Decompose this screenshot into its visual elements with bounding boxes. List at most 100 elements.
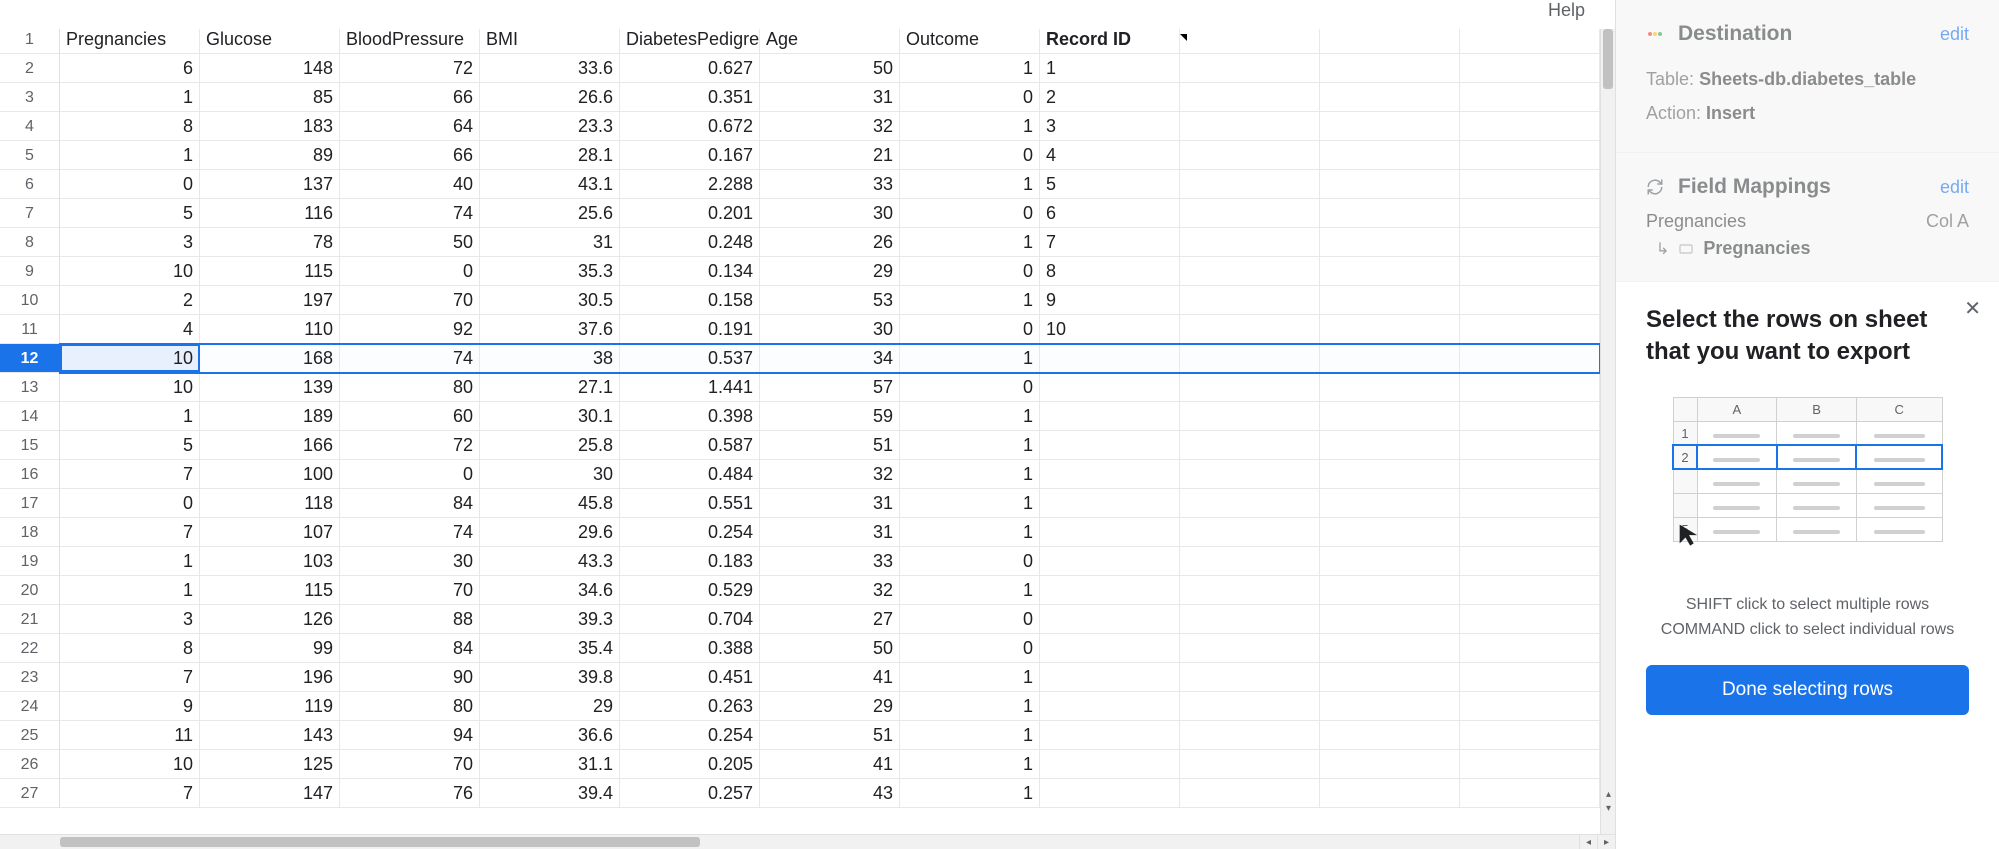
- cell[interactable]: 139: [200, 373, 340, 401]
- cell[interactable]: Outcome: [900, 25, 1040, 53]
- row-header[interactable]: 1: [0, 25, 60, 54]
- cell[interactable]: 0: [60, 489, 200, 517]
- cell[interactable]: 148: [200, 54, 340, 82]
- cell[interactable]: [1180, 315, 1320, 343]
- vertical-scroll-thumb[interactable]: [1603, 29, 1613, 89]
- cell[interactable]: 10: [1040, 315, 1180, 343]
- cell[interactable]: 70: [340, 286, 480, 314]
- cell[interactable]: 89: [200, 141, 340, 169]
- cell[interactable]: 25.8: [480, 431, 620, 459]
- cell[interactable]: [1460, 779, 1600, 807]
- cell[interactable]: 51: [760, 721, 900, 749]
- cell[interactable]: [1180, 83, 1320, 111]
- cell[interactable]: 2.288: [620, 170, 760, 198]
- cell[interactable]: 0: [900, 634, 1040, 662]
- cell[interactable]: 0: [900, 547, 1040, 575]
- cell[interactable]: 31: [760, 83, 900, 111]
- field-mappings-edit-link[interactable]: edit: [1940, 177, 1969, 198]
- cell[interactable]: [1460, 634, 1600, 662]
- cell[interactable]: 53: [760, 286, 900, 314]
- cell[interactable]: [1320, 576, 1460, 604]
- cell[interactable]: 27.1: [480, 373, 620, 401]
- cell[interactable]: 143: [200, 721, 340, 749]
- menu-help[interactable]: Help: [0, 0, 1615, 29]
- cell[interactable]: [1320, 228, 1460, 256]
- cell[interactable]: [1040, 547, 1180, 575]
- cell[interactable]: 1: [60, 83, 200, 111]
- cell[interactable]: [1320, 315, 1460, 343]
- cell[interactable]: 1: [900, 54, 1040, 82]
- scroll-down-button[interactable]: ▾: [1601, 801, 1615, 816]
- cell[interactable]: [1460, 286, 1600, 314]
- cell[interactable]: [1040, 721, 1180, 749]
- cell[interactable]: 43.3: [480, 547, 620, 575]
- cell[interactable]: 31: [760, 518, 900, 546]
- table-row[interactable]: 51167425.60.2013006: [60, 199, 1600, 228]
- cell[interactable]: 70: [340, 576, 480, 604]
- row-header[interactable]: 27: [0, 779, 60, 808]
- cell[interactable]: [1040, 344, 1180, 372]
- cell[interactable]: 41: [760, 750, 900, 778]
- row-header[interactable]: 17: [0, 489, 60, 518]
- table-row[interactable]: 8998435.40.388500: [60, 634, 1600, 663]
- cell[interactable]: 1: [900, 518, 1040, 546]
- cell[interactable]: [1320, 750, 1460, 778]
- cell[interactable]: 34.6: [480, 576, 620, 604]
- cell[interactable]: [1320, 25, 1460, 53]
- cell[interactable]: 3: [60, 228, 200, 256]
- cell[interactable]: 0.205: [620, 750, 760, 778]
- table-row[interactable]: 11896030.10.398591: [60, 402, 1600, 431]
- cell[interactable]: 0.201: [620, 199, 760, 227]
- cell[interactable]: 33.6: [480, 54, 620, 82]
- cell[interactable]: 10: [60, 344, 200, 372]
- cell[interactable]: [1180, 663, 1320, 691]
- table-row[interactable]: 1896628.10.1672104: [60, 141, 1600, 170]
- cell[interactable]: 8: [1040, 257, 1180, 285]
- cell[interactable]: 30: [340, 547, 480, 575]
- cell[interactable]: 0.484: [620, 460, 760, 488]
- cell[interactable]: 0.257: [620, 779, 760, 807]
- cell[interactable]: 74: [340, 518, 480, 546]
- cell[interactable]: 76: [340, 779, 480, 807]
- horizontal-scrollbar[interactable]: ◂ ▸: [0, 834, 1615, 849]
- cell[interactable]: 32: [760, 112, 900, 140]
- cell[interactable]: 30: [760, 315, 900, 343]
- cell[interactable]: 0.537: [620, 344, 760, 372]
- cell[interactable]: 35.4: [480, 634, 620, 662]
- row-header[interactable]: 16: [0, 460, 60, 489]
- cell[interactable]: 0: [900, 199, 1040, 227]
- cell[interactable]: 92: [340, 315, 480, 343]
- cell[interactable]: 1: [900, 692, 1040, 720]
- cell[interactable]: 1: [900, 112, 1040, 140]
- cell[interactable]: 1: [60, 547, 200, 575]
- cell[interactable]: Age: [760, 25, 900, 53]
- cell[interactable]: 1.441: [620, 373, 760, 401]
- cell[interactable]: 3: [1040, 112, 1180, 140]
- cell[interactable]: [1040, 779, 1180, 807]
- destination-edit-link[interactable]: edit: [1940, 24, 1969, 45]
- cell[interactable]: 1: [1040, 54, 1180, 82]
- cell[interactable]: [1180, 373, 1320, 401]
- cell[interactable]: 51: [760, 431, 900, 459]
- cell[interactable]: [1460, 605, 1600, 633]
- cell[interactable]: 0: [340, 257, 480, 285]
- cell[interactable]: [1460, 518, 1600, 546]
- cell[interactable]: 189: [200, 402, 340, 430]
- cell[interactable]: 33: [760, 547, 900, 575]
- cell[interactable]: 26: [760, 228, 900, 256]
- table-row[interactable]: 21977030.50.1585319: [60, 286, 1600, 315]
- cell[interactable]: [1320, 112, 1460, 140]
- sheet-tab-next[interactable]: ▸: [1597, 835, 1615, 849]
- cell[interactable]: 1: [900, 489, 1040, 517]
- cells-grid[interactable]: PregnanciesGlucoseBloodPressureBMIDiabet…: [60, 25, 1600, 834]
- cell[interactable]: 1: [900, 576, 1040, 604]
- cell[interactable]: 3: [60, 605, 200, 633]
- cell[interactable]: 110: [200, 315, 340, 343]
- cell[interactable]: [1460, 25, 1600, 53]
- cell[interactable]: [1460, 315, 1600, 343]
- cell[interactable]: 29: [760, 692, 900, 720]
- cell[interactable]: 29: [480, 692, 620, 720]
- row-header[interactable]: 4: [0, 112, 60, 141]
- cell[interactable]: 32: [760, 576, 900, 604]
- cell[interactable]: 33: [760, 170, 900, 198]
